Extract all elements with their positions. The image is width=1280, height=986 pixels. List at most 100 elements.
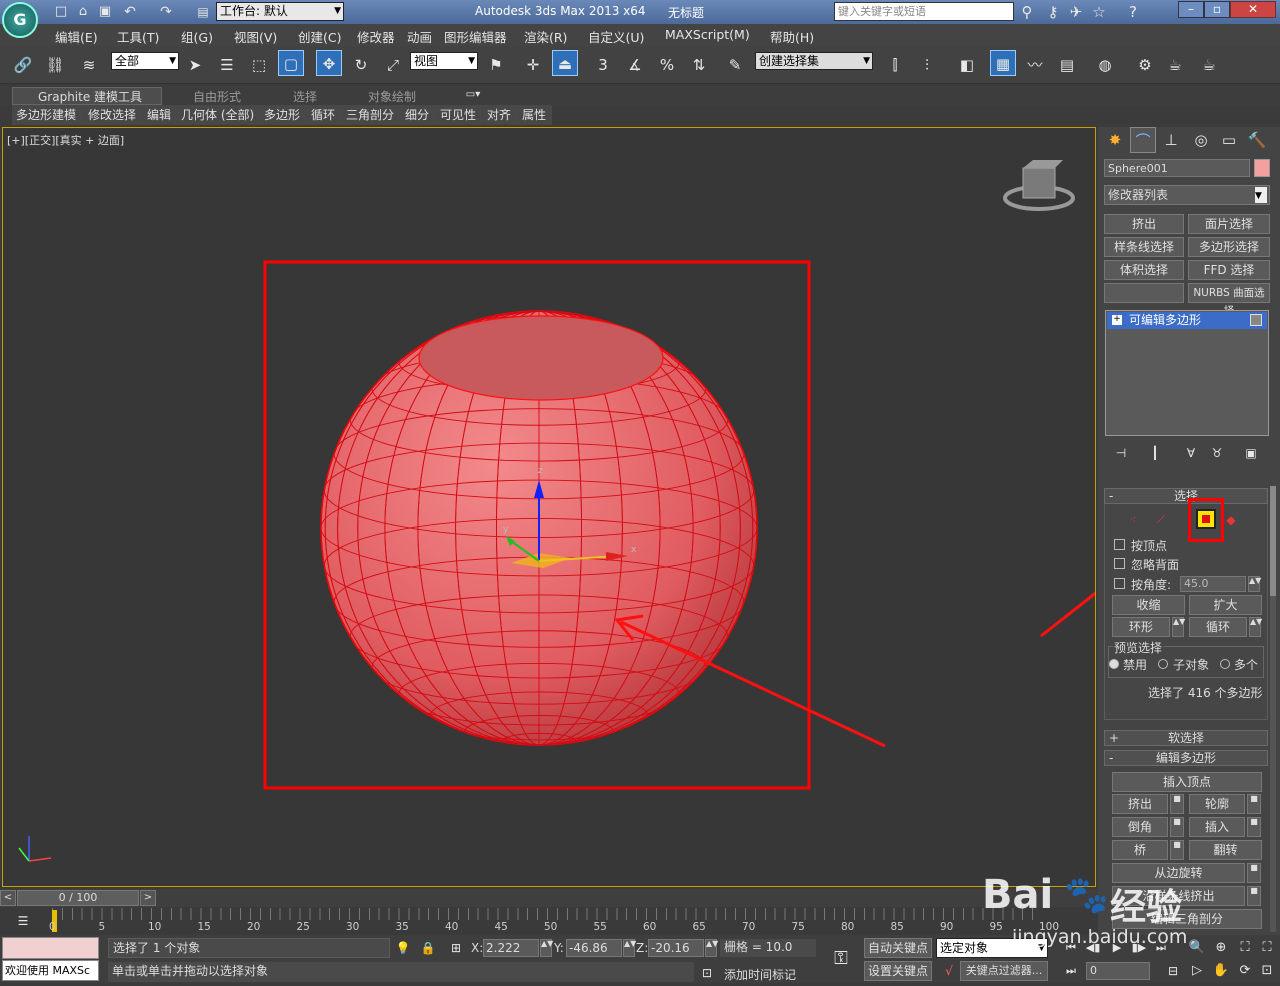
ribbon-visibility[interactable]: 可见性: [436, 107, 482, 125]
ignore-backface-checkbox[interactable]: [1114, 558, 1125, 569]
unlink-icon[interactable]: ⛓: [42, 52, 68, 78]
utilities-tab-icon[interactable]: 🔨: [1244, 127, 1270, 153]
maximize-viewport-icon[interactable]: ⊡: [1254, 958, 1280, 984]
menu-maxscript[interactable]: MAXScript(M): [665, 27, 750, 42]
extrude-button[interactable]: 挤出: [1112, 794, 1168, 814]
selection-filter-dropdown[interactable]: 全部 ▼: [111, 52, 179, 70]
angle-field[interactable]: 45.0: [1180, 576, 1246, 592]
show-end-result-icon[interactable]: ┃: [1142, 440, 1168, 466]
viewport[interactable]: [+][正交][真实 + 边面] z x y: [2, 127, 1096, 887]
modifier-stack[interactable]: 可编辑多边形 +: [1105, 310, 1269, 436]
by-vertex-checkbox[interactable]: [1114, 539, 1125, 550]
pin-stack-icon[interactable]: ⊣: [1108, 440, 1134, 466]
welcome-field[interactable]: 欢迎使用 MAXSc: [2, 960, 99, 981]
ribbon-modify-selection[interactable]: 修改选择: [84, 107, 142, 125]
vertex-mode-icon[interactable]: ⁖: [1120, 507, 1146, 533]
menu-group[interactable]: 组(G): [181, 27, 213, 46]
z-field[interactable]: -20.16: [648, 939, 704, 957]
bevel-settings-icon[interactable]: ■: [1170, 817, 1184, 837]
ring-spinner[interactable]: ▲▼: [1172, 617, 1185, 637]
key-mode-dropdown[interactable]: 选定对象 ▼: [936, 938, 1048, 958]
loop-spinner[interactable]: ▲▼: [1249, 617, 1262, 637]
render-setup-icon[interactable]: ⚙: [1132, 52, 1158, 78]
preview-subobject-radio[interactable]: [1158, 659, 1168, 669]
ribbon-geometry[interactable]: 几何体 (全部): [177, 107, 260, 125]
mod-patch-select-button[interactable]: 面片选择: [1188, 214, 1270, 234]
hinge-settings-icon[interactable]: ■: [1247, 863, 1261, 883]
ring-button[interactable]: 环形: [1112, 617, 1170, 637]
save-icon[interactable]: ▣: [92, 0, 118, 25]
display-tab-icon[interactable]: ▭: [1216, 127, 1242, 153]
graphite-toggle-icon[interactable]: ▦: [990, 50, 1016, 76]
material-editor-icon[interactable]: ◍: [1092, 52, 1118, 78]
ref-coord-dropdown[interactable]: 视图 ▼: [410, 52, 478, 70]
binoculars-icon[interactable]: ⚲: [1014, 0, 1040, 25]
link-icon[interactable]: 🔗: [10, 52, 36, 78]
shrink-button[interactable]: 收缩: [1112, 595, 1185, 615]
time-config-icon[interactable]: ⊟: [1160, 958, 1186, 984]
key-mode-icon[interactable]: ⏭: [1058, 958, 1084, 984]
isolate-icon[interactable]: 💡: [390, 935, 416, 961]
window-crossing-icon[interactable]: ▢: [278, 50, 304, 76]
app-logo-icon[interactable]: G: [2, 2, 38, 38]
auto-key-button[interactable]: 自动关键点: [864, 938, 932, 958]
align-icon[interactable]: ⫶: [914, 52, 940, 78]
z-spinner[interactable]: ▲▼: [705, 939, 718, 957]
extrude-spline-settings-icon[interactable]: ■: [1247, 886, 1261, 906]
schematic-view-icon[interactable]: ▤: [1054, 52, 1080, 78]
panel-scrollbar[interactable]: [1270, 486, 1276, 932]
viewcube-icon[interactable]: [1003, 160, 1075, 211]
add-time-tag-icon[interactable]: ⊡: [694, 960, 720, 986]
move-icon[interactable]: ✥: [316, 50, 342, 76]
tab-freeform[interactable]: 自由形式: [193, 88, 241, 105]
grow-button[interactable]: 扩大: [1189, 595, 1262, 615]
motion-tab-icon[interactable]: ◎: [1188, 127, 1214, 153]
track-bar-menu-icon[interactable]: ☰: [10, 908, 36, 934]
scale-icon[interactable]: ⤢: [380, 52, 406, 78]
edge-mode-icon[interactable]: ⟋: [1148, 507, 1174, 533]
stack-item-editable-poly[interactable]: 可编辑多边形: [1107, 312, 1267, 329]
pan-icon[interactable]: ✋: [1208, 958, 1234, 984]
tab-object-paint[interactable]: 对象绘制: [368, 88, 416, 105]
spinner-snap-icon[interactable]: ⇅: [686, 52, 712, 78]
menu-rendering[interactable]: 渲染(R): [524, 27, 567, 46]
mod-poly-select-button[interactable]: 多边形选择: [1188, 237, 1270, 257]
by-angle-checkbox[interactable]: [1114, 578, 1125, 589]
menu-create[interactable]: 创建(C): [298, 27, 341, 46]
modifier-list-dropdown[interactable]: 修改器列表 ▼: [1104, 185, 1270, 205]
menu-customize[interactable]: 自定义(U): [588, 27, 644, 46]
edit-named-sets-icon[interactable]: ✎: [722, 52, 748, 78]
ribbon-edit[interactable]: 编辑: [143, 107, 177, 125]
key-filters-icon[interactable]: √: [936, 958, 962, 984]
search-input[interactable]: 键入关键字或短语: [834, 2, 1014, 21]
hierarchy-tab-icon[interactable]: ⊥: [1158, 127, 1184, 153]
bind-spacewarp-icon[interactable]: ≋: [76, 52, 102, 78]
menu-tools[interactable]: 工具(T): [117, 27, 159, 46]
element-mode-icon[interactable]: ◆: [1218, 507, 1244, 533]
rotate-icon[interactable]: ↻: [348, 52, 374, 78]
render-production-icon[interactable]: ☕: [1196, 52, 1222, 78]
set-key-button[interactable]: 设置关键点: [864, 961, 932, 981]
preview-disable-radio[interactable]: [1109, 659, 1119, 669]
maxscript-mini-listener[interactable]: [2, 937, 99, 959]
ribbon-properties[interactable]: 属性: [518, 107, 552, 125]
ribbon-tris[interactable]: 三角剖分: [342, 107, 400, 125]
insert-vertex-button[interactable]: 插入顶点: [1112, 772, 1262, 792]
loop-button[interactable]: 循环: [1189, 617, 1247, 637]
menu-animation[interactable]: 动画: [407, 27, 432, 46]
help-icon[interactable]: ?: [1120, 0, 1146, 25]
set-key-icon[interactable]: ⚿: [828, 946, 854, 972]
outline-button[interactable]: 轮廓: [1189, 794, 1245, 814]
flip-button[interactable]: 翻转: [1189, 840, 1262, 860]
bevel-button[interactable]: 倒角: [1112, 817, 1168, 837]
menu-edit[interactable]: 编辑(E): [55, 27, 98, 46]
keyboard-shortcut-icon[interactable]: ⏏: [552, 50, 578, 76]
modify-tab-icon[interactable]: ⌒: [1130, 127, 1156, 153]
mirror-icon[interactable]: ⫿: [882, 52, 908, 78]
make-unique-icon[interactable]: ∀: [1178, 440, 1204, 466]
x-field[interactable]: 2.222: [483, 939, 539, 957]
polygon-mode-icon[interactable]: [1196, 509, 1216, 529]
close-button[interactable]: ✕: [1230, 1, 1276, 18]
remove-modifier-icon[interactable]: ♉: [1204, 440, 1230, 466]
edit-tri-button[interactable]: 编辑三角剖分: [1112, 909, 1262, 929]
